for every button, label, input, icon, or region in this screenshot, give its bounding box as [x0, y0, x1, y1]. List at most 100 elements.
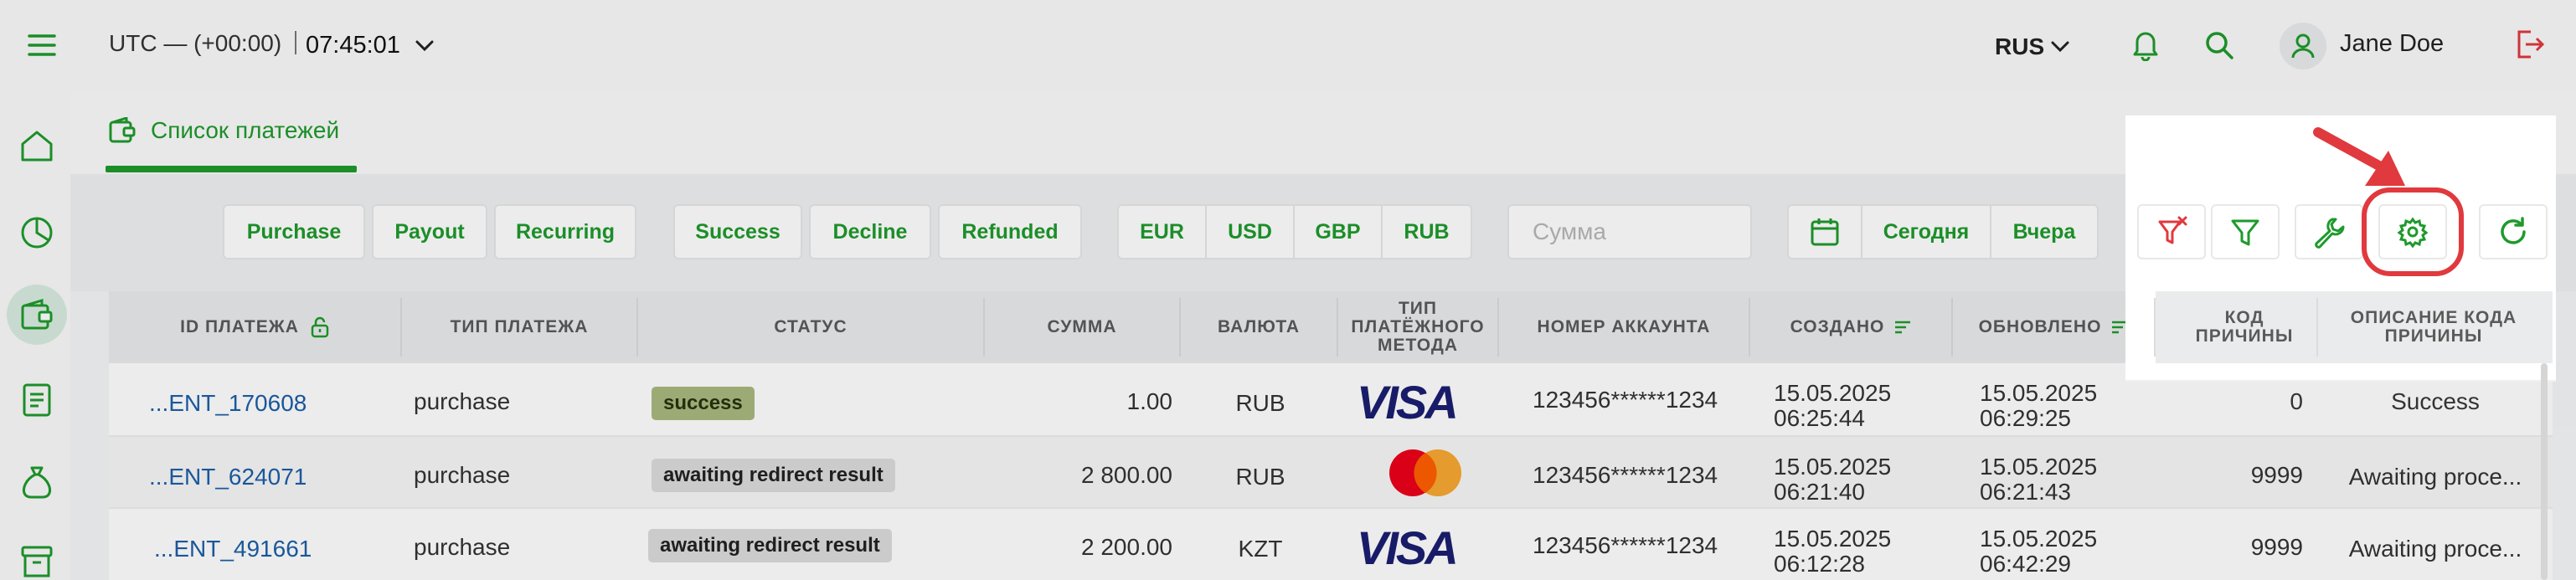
search-icon[interactable]: [2202, 28, 2236, 62]
wallet-icon[interactable]: [7, 285, 67, 345]
payment-type: purchase: [414, 462, 511, 488]
language-chevron-icon[interactable]: [2048, 35, 2072, 59]
money-bag-icon[interactable]: [17, 462, 57, 502]
payment-id-link[interactable]: ...ENT_491661: [154, 536, 312, 562]
currency: RUB: [1235, 390, 1285, 416]
tab-payments-list[interactable]: Список платежей: [151, 117, 339, 144]
header-payment-id-label: ID ПЛАТЕЖА: [180, 317, 299, 336]
annotation-arrow: [2313, 127, 2405, 186]
filter-clear-icon: [2158, 216, 2187, 244]
header-payment-type[interactable]: ТИП ПЛАТЕЖА: [402, 291, 636, 363]
updated-time: 06:29:25: [1980, 405, 2071, 431]
filter-purchase-button[interactable]: Purchase: [223, 204, 365, 259]
filter-eur-button[interactable]: EUR: [1119, 206, 1207, 258]
annotation-circle: [2362, 187, 2464, 276]
status-badge: awaiting redirect result: [652, 459, 895, 492]
timezone-label[interactable]: UTC — (+00:00): [109, 30, 281, 57]
amount-input[interactable]: Сумма: [1507, 204, 1752, 259]
filter-refunded-button[interactable]: Refunded: [938, 204, 1082, 259]
payment-type: purchase: [414, 534, 511, 560]
header-separator: [1179, 298, 1181, 357]
visa-logo: VISA: [1357, 376, 1459, 429]
account-number: 123456******1234: [1533, 532, 1718, 558]
archive-icon[interactable]: [17, 544, 57, 580]
filter-icon: [2231, 219, 2259, 246]
payment-type: purchase: [414, 388, 511, 414]
header-separator: [2316, 298, 2318, 357]
filter-rub-button[interactable]: RUB: [1383, 206, 1471, 258]
header-amount[interactable]: СУММА: [985, 291, 1179, 363]
document-icon[interactable]: [17, 380, 57, 420]
calendar-button[interactable]: [1789, 206, 1862, 258]
reason-description: Awaiting proce...: [2348, 536, 2522, 562]
created-date: 15.05.2025: [1774, 526, 1892, 552]
account-number: 123456******1234: [1533, 387, 1718, 413]
home-icon[interactable]: [17, 126, 57, 166]
filter-recurring-button[interactable]: Recurring: [494, 204, 636, 259]
sort-icon[interactable]: [1894, 321, 1911, 334]
mastercard-logo: [1383, 447, 1467, 499]
pie-chart-icon[interactable]: [17, 213, 57, 253]
table-scrollbar[interactable]: [2541, 363, 2548, 580]
header-reason-description[interactable]: ОПИСАНИЕ КОДА ПРИЧИНЫ: [2320, 291, 2548, 363]
filter-usd-button[interactable]: USD: [1207, 206, 1295, 258]
currency-filter-group: EUR USD GBP RUB: [1117, 204, 1472, 259]
updated-time: 06:21:43: [1980, 479, 2071, 505]
payment-id-link[interactable]: ...ENT_170608: [149, 390, 307, 417]
updated-date: 15.05.2025: [1980, 380, 2098, 406]
chevron-down-icon[interactable]: [412, 33, 437, 59]
status-badge: success: [652, 387, 755, 420]
header-updated-label: ОБНОВЛЕНО: [1978, 317, 2102, 336]
header-currency[interactable]: ВАЛЮТА: [1181, 291, 1337, 363]
header-created[interactable]: СОЗДАНО: [1750, 291, 1951, 363]
time-separator: [295, 31, 296, 54]
clear-filters-button[interactable]: [2137, 204, 2206, 259]
header-separator: [2154, 298, 2156, 357]
wallet-tab-icon: [107, 115, 137, 146]
unlock-icon[interactable]: [311, 316, 329, 338]
row-divider: [2156, 363, 2553, 382]
filter-today-button[interactable]: Сегодня: [1862, 206, 1991, 258]
visa-logo: VISA: [1357, 521, 1459, 574]
refresh-button[interactable]: [2479, 204, 2548, 259]
header-updated[interactable]: ОБНОВЛЕНО: [1953, 291, 2154, 363]
reason-description: Success: [2391, 388, 2480, 414]
logout-icon[interactable]: [2512, 27, 2548, 62]
header-account-number[interactable]: НОМЕР АККАУНТА: [1499, 291, 1749, 363]
language-selector[interactable]: RUS: [1995, 33, 2044, 60]
header-status[interactable]: СТАТУС: [638, 291, 983, 363]
wrench-icon: [2315, 218, 2345, 249]
account-number: 123456******1234: [1533, 462, 1718, 488]
header-separator: [1337, 298, 1338, 357]
amount: 1.00: [1126, 388, 1173, 414]
active-tab-underline: [106, 166, 357, 172]
hamburger-icon[interactable]: [25, 30, 59, 60]
status-badge: awaiting redirect result: [648, 529, 892, 562]
header-payment-method[interactable]: ТИП ПЛАТЁЖНОГО МЕТОДА: [1338, 291, 1497, 363]
user-name[interactable]: Jane Doe: [2340, 30, 2444, 58]
current-time[interactable]: 07:45:01: [306, 32, 400, 59]
reason-code: 9999: [2250, 534, 2303, 560]
header-created-label: СОЗДАНО: [1790, 317, 1885, 336]
header-separator: [636, 298, 638, 357]
header-separator: [400, 298, 402, 357]
filter-button[interactable]: [2211, 204, 2280, 259]
filter-decline-button[interactable]: Decline: [809, 204, 931, 259]
bell-icon[interactable]: [2129, 27, 2162, 62]
created-time: 06:12:28: [1774, 551, 1865, 577]
header-payment-id[interactable]: ID ПЛАТЕЖА: [109, 291, 400, 363]
created-date: 15.05.2025: [1774, 380, 1892, 406]
payment-id-link[interactable]: ...ENT_624071: [149, 464, 307, 490]
avatar[interactable]: [2280, 23, 2326, 69]
row-divider: [2125, 380, 2556, 382]
tools-button[interactable]: [2295, 204, 2363, 259]
refresh-icon: [2501, 217, 2526, 244]
filter-yesterday-button[interactable]: Вчера: [1991, 206, 2097, 258]
filter-payout-button[interactable]: Payout: [372, 204, 487, 259]
updated-time: 06:42:29: [1980, 551, 2071, 577]
header-reason-code[interactable]: КОД ПРИЧИНЫ: [2177, 291, 2311, 363]
created-time: 06:21:40: [1774, 479, 1865, 505]
filter-gbp-button[interactable]: GBP: [1295, 206, 1383, 258]
filter-success-button[interactable]: Success: [673, 204, 802, 259]
header-separator: [1749, 298, 1750, 357]
